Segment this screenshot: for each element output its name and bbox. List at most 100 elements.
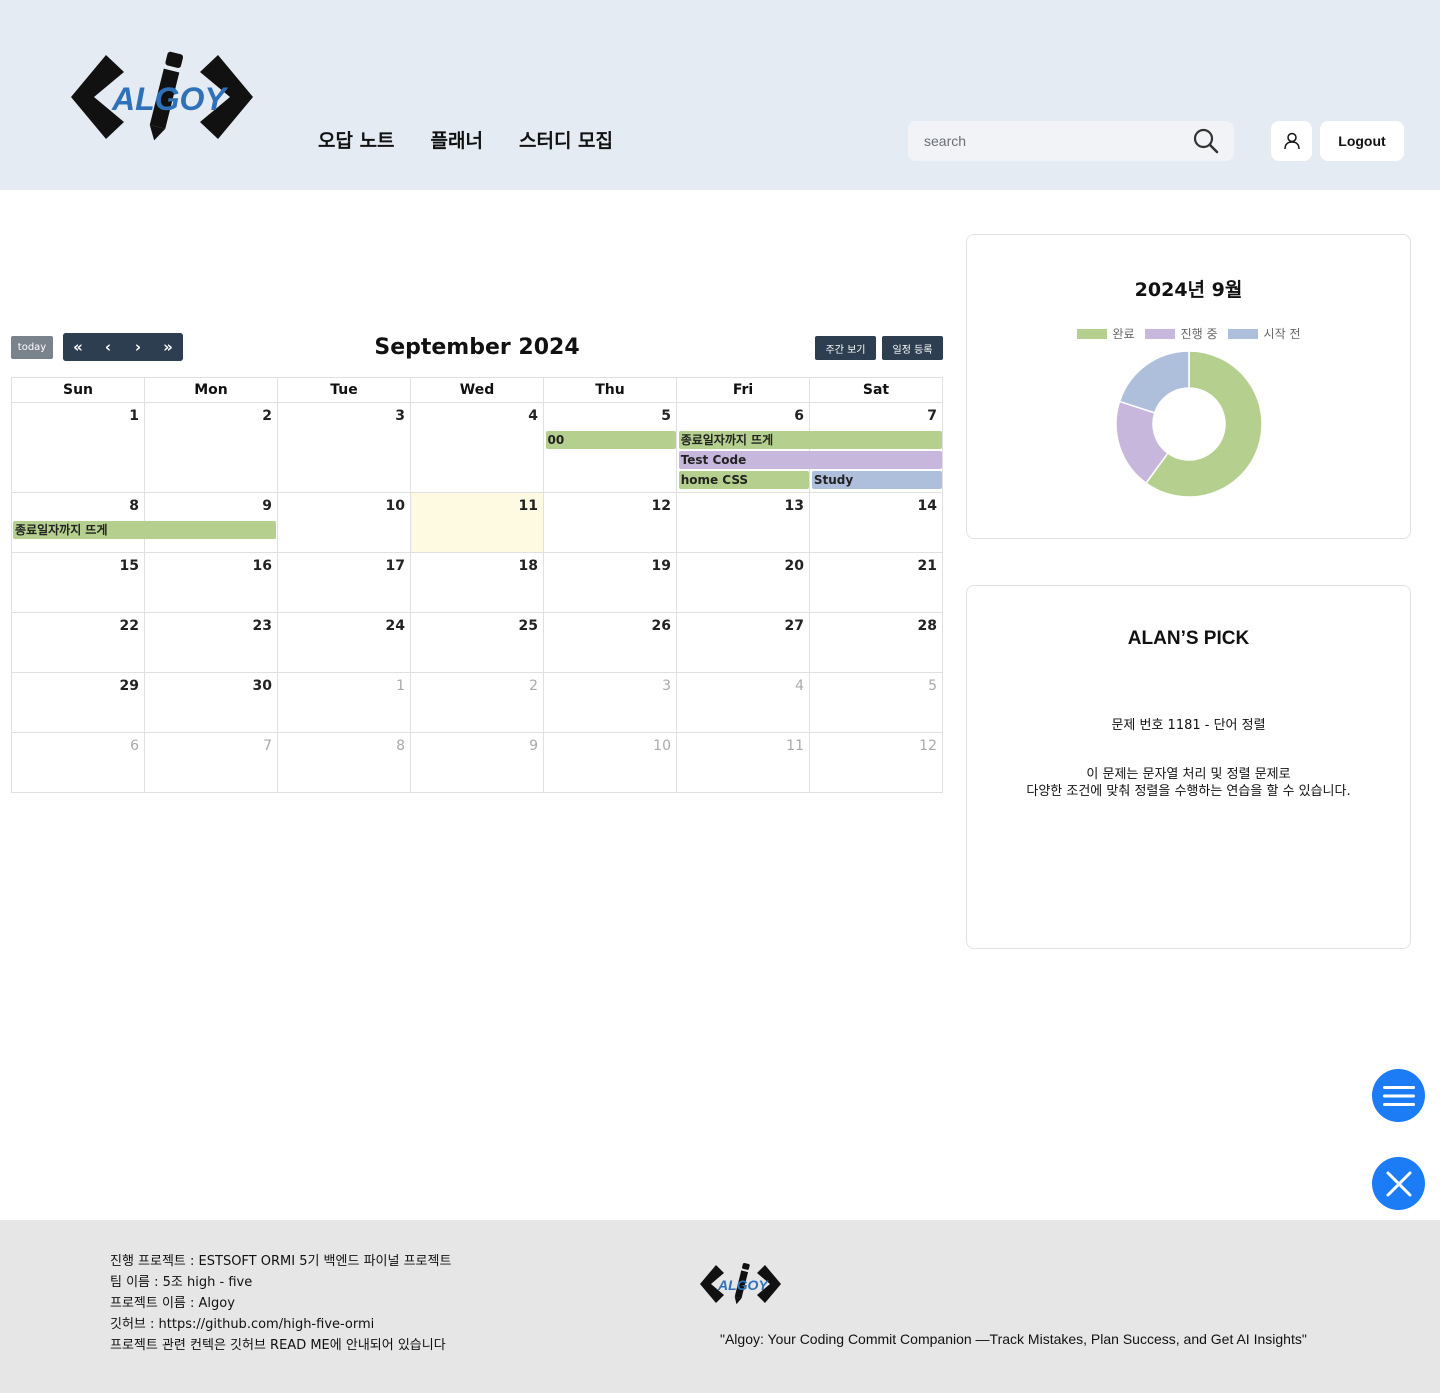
calendar-event[interactable]: 00 (545, 431, 676, 449)
add-event-button[interactable]: 일정 등록 (882, 336, 943, 360)
next-year-button[interactable]: » (153, 333, 183, 361)
calendar-day-cell[interactable]: 13 (677, 493, 810, 553)
calendar-day-cell[interactable]: 3 (278, 403, 411, 493)
calendar-day-cell[interactable]: 1 (12, 403, 145, 493)
calendar-day-cell[interactable]: 11 (411, 493, 544, 553)
legend-item-done[interactable]: 완료 (1076, 325, 1135, 342)
calendar-day-cell[interactable]: 19 (544, 553, 677, 613)
today-button[interactable]: today (11, 336, 53, 359)
nav-wrong-answer-note[interactable]: 오답 노트 (318, 126, 395, 153)
footer-algoy-logo: ALGOY (700, 1262, 781, 1305)
close-fab-button[interactable] (1372, 1157, 1425, 1210)
prev-year-button[interactable]: « (63, 333, 93, 361)
calendar-day-cell[interactable]: 17 (278, 553, 411, 613)
calendar-day-cell[interactable]: 4 (411, 403, 544, 493)
calendar-day-cell[interactable]: 21 (810, 553, 943, 613)
legend-label-in-progress: 진행 중 (1180, 327, 1218, 341)
calendar-day-cell[interactable]: 10 (544, 733, 677, 793)
calendar-day-cell[interactable]: 10 (278, 493, 411, 553)
close-icon (1386, 1171, 1411, 1196)
weekday-thu: Thu (544, 378, 677, 403)
calendar-day-cell[interactable]: 12 (810, 733, 943, 793)
footer-tagline: "Algoy: Your Coding Commit Companion —Tr… (720, 1331, 1307, 1347)
weekday-tue: Tue (278, 378, 411, 403)
nav-planner[interactable]: 플래너 (431, 126, 483, 153)
donut-slice[interactable] (1118, 350, 1190, 414)
calendar-day-cell[interactable]: 6 (12, 733, 145, 793)
user-icon (1283, 132, 1300, 150)
main-nav: 오답 노트 플래너 스터디 모집 (318, 126, 613, 153)
legend-item-in-progress[interactable]: 진행 중 (1144, 325, 1218, 342)
menu-fab-button[interactable] (1372, 1069, 1425, 1122)
calendar-week: 22 23 24 25 26 27 28 (12, 613, 943, 673)
calendar-event[interactable]: 종료일자까지 뜨게 (678, 431, 942, 449)
calendar-day-cell[interactable]: 7 (145, 733, 278, 793)
legend-item-not-started[interactable]: 시작 전 (1227, 325, 1301, 342)
calendar-day-cell[interactable]: 24 (278, 613, 411, 673)
footer-line-github[interactable]: 깃허브 : https://github.com/high-five-ormi (110, 1314, 451, 1335)
progress-donut-chart (1115, 350, 1263, 498)
pick-problem[interactable]: 문제 번호 1181 - 단어 정렬 (967, 714, 1410, 733)
legend-label-not-started: 시작 전 (1263, 327, 1301, 341)
calendar-day-cell[interactable]: 2 (145, 403, 278, 493)
calendar-day-cell[interactable]: 5 (810, 673, 943, 733)
weekday-fri: Fri (677, 378, 810, 403)
calendar-day-cell[interactable]: 1 (278, 673, 411, 733)
stats-title: 2024년 9월 (1134, 279, 1243, 301)
calendar-day-cell[interactable]: 23 (145, 613, 278, 673)
weekday-mon: Mon (145, 378, 278, 403)
calendar-week: 8 9 10 11 12 13 14 종료일자까지 뜨게 (12, 493, 943, 553)
calendar-event[interactable]: Test Code (678, 451, 942, 469)
calendar-event[interactable]: Study (811, 471, 942, 489)
calendar-day-cell[interactable]: 20 (677, 553, 810, 613)
calendar-day-cell[interactable]: 26 (544, 613, 677, 673)
search-input[interactable] (924, 133, 1192, 149)
pick-title: ALAN’S PICK (1127, 628, 1250, 649)
nav-study-recruit[interactable]: 스터디 모집 (519, 126, 613, 153)
calendar-day-cell[interactable]: 16 (145, 553, 278, 613)
calendar-day-cell[interactable]: 4 (677, 673, 810, 733)
footer: 진행 프로젝트 : ESTSOFT ORMI 5기 백엔드 파이널 프로젝트 팀… (0, 1220, 1440, 1393)
legend-label-done: 완료 (1112, 327, 1135, 341)
profile-button[interactable] (1271, 121, 1312, 161)
header: ALGOY 오답 노트 플래너 스터디 모집 Logout (0, 0, 1440, 190)
calendar-week: 29 30 1 2 3 4 5 (12, 673, 943, 733)
calendar-day-cell[interactable]: 28 (810, 613, 943, 673)
legend-swatch-in-progress (1144, 328, 1175, 339)
calendar-day-cell[interactable]: 18 (411, 553, 544, 613)
calendar-event[interactable]: home CSS (678, 471, 809, 489)
alans-pick-card: ALAN’S PICK 문제 번호 1181 - 단어 정렬 이 문제는 문자열… (966, 585, 1411, 949)
weekday-wed: Wed (411, 378, 544, 403)
calendar-nav-group: « ‹ › » (63, 333, 183, 361)
hamburger-icon (1382, 1085, 1415, 1106)
calendar-day-cell[interactable]: 9 (411, 733, 544, 793)
calendar-day-cell[interactable]: 2 (411, 673, 544, 733)
calendar-event[interactable]: 종료일자까지 뜨게 (13, 521, 277, 539)
calendar-day-cell[interactable]: 15 (12, 553, 145, 613)
search-icon[interactable] (1192, 127, 1220, 155)
calendar-day-cell[interactable]: 27 (677, 613, 810, 673)
svg-text:ALGOY: ALGOY (111, 81, 228, 117)
calendar-week: 1 2 3 4 5 6 7 00 종료일자까지 뜨게 Test Code home CSS Study (12, 403, 943, 493)
calendar-day-cell[interactable]: 8 (278, 733, 411, 793)
footer-line-name: 프로젝트 이름 : Algoy (110, 1296, 235, 1311)
week-view-button[interactable]: 주간 보기 (815, 336, 876, 360)
calendar-day-cell[interactable]: 22 (12, 613, 145, 673)
calendar-day-cell[interactable]: 25 (411, 613, 544, 673)
calendar-day-cell[interactable]: 30 (145, 673, 278, 733)
calendar-day-cell[interactable]: 12 (544, 493, 677, 553)
logout-button[interactable]: Logout (1320, 121, 1404, 161)
pick-description: 이 문제는 문자열 처리 및 정렬 문제로 다양한 조건에 맞춰 정렬을 수행하… (1026, 767, 1351, 799)
next-month-button[interactable]: › (123, 333, 153, 361)
footer-line-project: 진행 프로젝트 : ESTSOFT ORMI 5기 백엔드 파이널 프로젝트 (110, 1254, 452, 1269)
calendar-day-cell[interactable]: 11 (677, 733, 810, 793)
calendar-day-cell[interactable]: 14 (810, 493, 943, 553)
search-bar (908, 121, 1234, 161)
weekday-sun: Sun (12, 378, 145, 403)
svg-text:ALGOY: ALGOY (717, 1277, 769, 1293)
calendar-day-cell[interactable]: 3 (544, 673, 677, 733)
algoy-logo[interactable]: ALGOY (66, 50, 258, 145)
calendar-day-cell[interactable]: 29 (12, 673, 145, 733)
prev-month-button[interactable]: ‹ (93, 333, 123, 361)
footer-line-contact: 프로젝트 관련 컨텍은 깃허브 READ ME에 안내되어 있습니다 (110, 1338, 446, 1353)
